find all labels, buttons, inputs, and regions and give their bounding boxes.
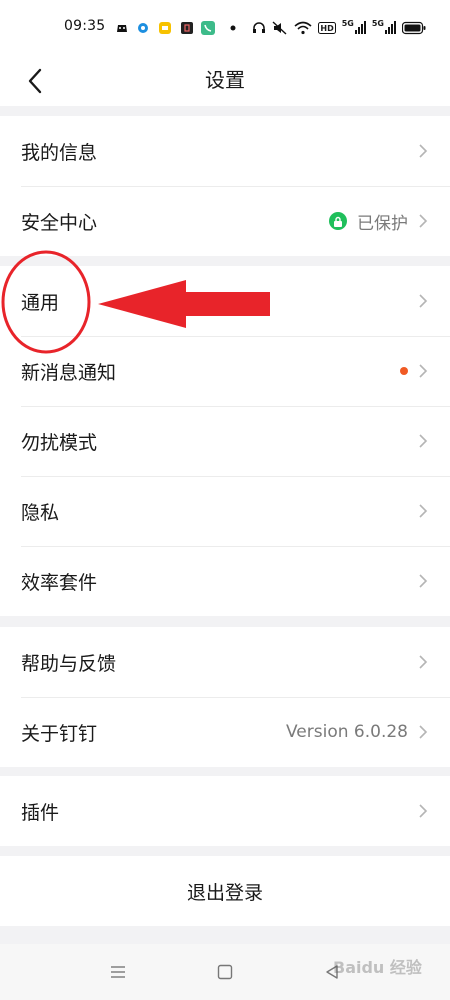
row-label: 新消息通知	[21, 361, 117, 384]
logout-group: 退出登录	[0, 856, 450, 926]
row-label: 安全中心	[21, 211, 98, 234]
row-label: 通用	[21, 291, 60, 314]
chevron-right-icon	[418, 293, 428, 309]
mute-icon	[272, 20, 288, 36]
chevron-right-icon	[418, 573, 428, 589]
wifi-icon	[294, 20, 312, 36]
menu-nav-button[interactable]	[106, 962, 130, 982]
watermark: Baidu 经验	[333, 958, 422, 977]
home-icon	[217, 964, 233, 980]
menu-icon	[111, 966, 125, 978]
chevron-right-icon	[418, 433, 428, 449]
status-bar: 09:35 HD 5G 5G	[0, 0, 450, 54]
chevron-right-icon	[418, 803, 428, 819]
chevron-right-icon	[418, 724, 428, 740]
row-label: 我的信息	[21, 141, 98, 164]
row-do-not-disturb[interactable]: 勿扰模式	[0, 406, 450, 476]
chevron-right-icon	[418, 654, 428, 670]
row-privacy[interactable]: 隐私	[0, 476, 450, 546]
hd-text: HD	[320, 23, 334, 33]
chevron-right-icon	[418, 503, 428, 519]
chevron-right-icon	[418, 143, 428, 159]
blue-circle-icon	[136, 20, 150, 36]
logout-button[interactable]: 退出登录	[0, 856, 450, 926]
row-label: 关于钉钉	[21, 722, 98, 745]
row-general[interactable]: 通用	[0, 266, 450, 336]
yellow-app-icon	[157, 20, 173, 36]
security-status: 已保护	[357, 213, 408, 234]
status-time: 09:35	[64, 18, 106, 34]
version-text: Version 6.0.28	[286, 722, 408, 742]
chevron-right-icon	[418, 363, 428, 379]
row-efficiency-suite[interactable]: 效率套件	[0, 546, 450, 616]
settings-group-account: 我的信息 安全中心 已保护	[0, 116, 450, 256]
row-label: 勿扰模式	[21, 431, 98, 454]
battery-icon	[402, 20, 426, 36]
net2-text: 5G	[371, 18, 384, 28]
phone-icon	[200, 20, 216, 36]
row-plugins[interactable]: 插件	[0, 776, 450, 846]
page-title: 设置	[205, 68, 245, 92]
home-nav-button[interactable]	[213, 962, 237, 982]
5g-signal-icon-2: 5G	[371, 18, 396, 36]
row-label: 帮助与反馈	[21, 652, 117, 675]
settings-group-help: 帮助与反馈 关于钉钉 Version 6.0.28	[0, 627, 450, 767]
row-security-center[interactable]: 安全中心 已保护	[0, 186, 450, 256]
settings-screen: 09:35 HD 5G 5G 设置 我的信息 安全中心 已保护 通用 新消息通知…	[0, 0, 450, 1000]
5g-signal-icon: 5G	[341, 18, 366, 36]
row-label: 插件	[21, 801, 60, 824]
net1-text: 5G	[341, 18, 354, 28]
dark-app-icon	[180, 20, 194, 36]
row-new-message-notify[interactable]: 新消息通知	[0, 336, 450, 406]
settings-group-plugins: 插件	[0, 776, 450, 846]
status-right-icons: HD 5G 5G	[250, 18, 426, 36]
chevron-right-icon	[418, 213, 428, 229]
row-about[interactable]: 关于钉钉 Version 6.0.28	[0, 697, 450, 767]
row-label: 隐私	[21, 501, 60, 524]
row-label: 效率套件	[21, 571, 98, 594]
notification-dot	[400, 367, 408, 375]
row-my-info[interactable]: 我的信息	[0, 116, 450, 186]
dot-icon	[230, 20, 236, 36]
header-bar: 设置	[0, 54, 450, 106]
app-bot-icon	[114, 20, 130, 36]
row-help-feedback[interactable]: 帮助与反馈	[0, 627, 450, 697]
lock-icon	[329, 212, 347, 230]
settings-group-general: 通用 新消息通知 勿扰模式 隐私 效率套件	[0, 266, 450, 616]
headset-icon	[252, 20, 266, 36]
